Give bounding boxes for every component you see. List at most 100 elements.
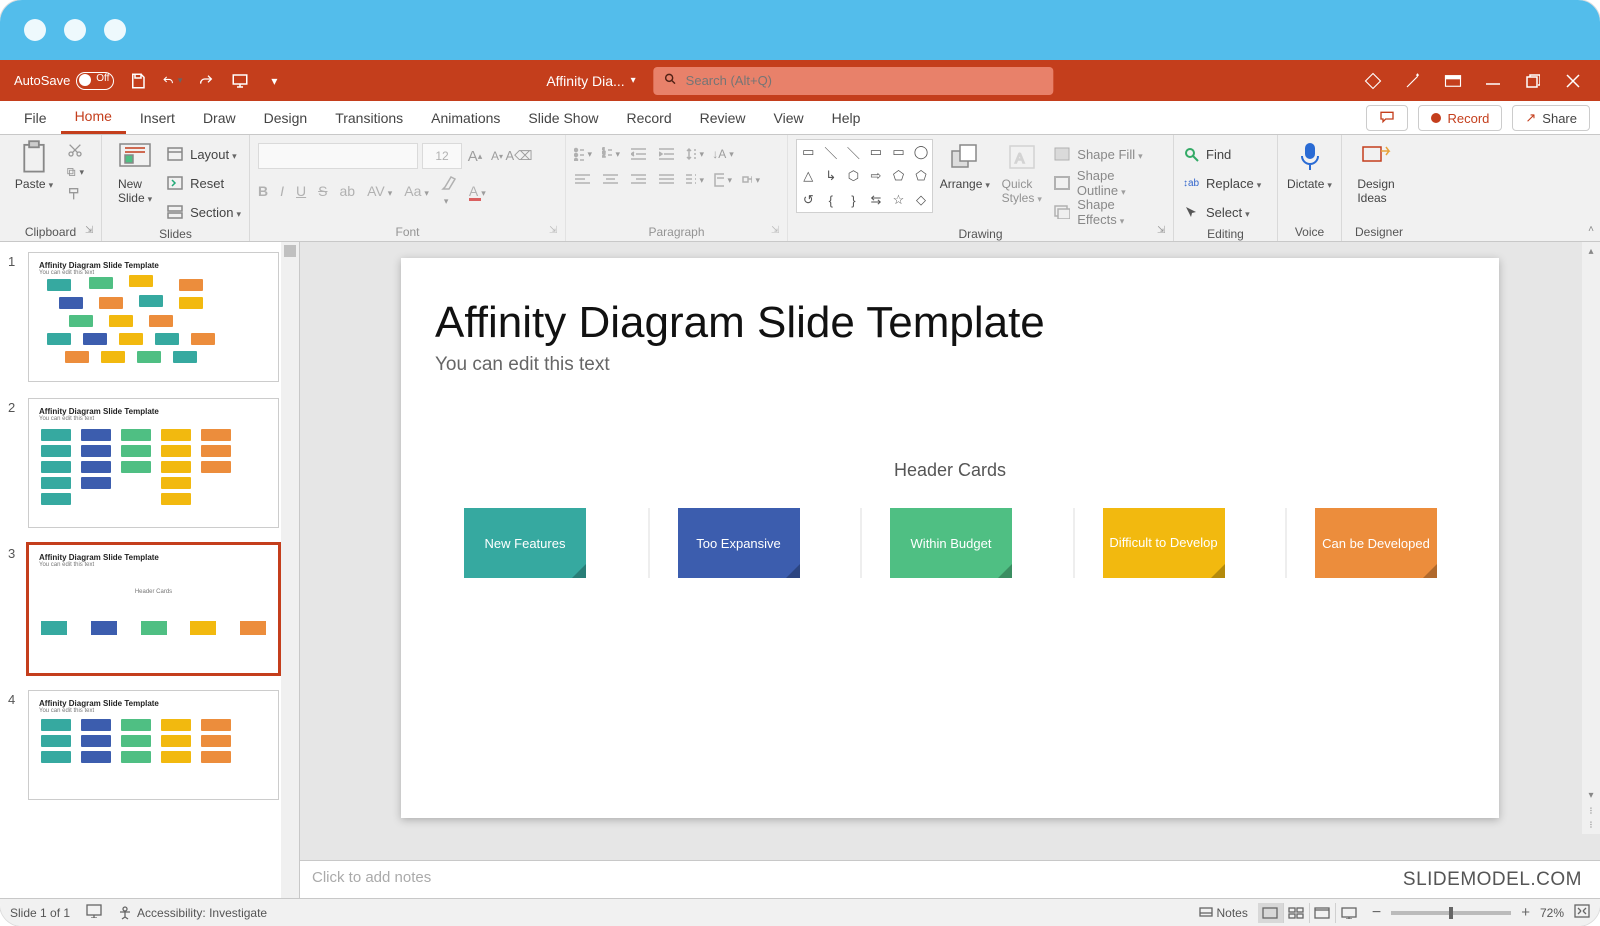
replace-button[interactable]: ↕abReplace bbox=[1182, 170, 1261, 196]
search-input[interactable] bbox=[686, 73, 1044, 88]
tab-transitions[interactable]: Transitions bbox=[321, 101, 417, 134]
outdent-icon[interactable] bbox=[630, 145, 648, 163]
record-button[interactable]: Record bbox=[1418, 105, 1502, 131]
share-button[interactable]: ↗Share bbox=[1512, 105, 1590, 131]
ribbon-mode-icon[interactable] bbox=[1444, 72, 1462, 90]
magic-icon[interactable] bbox=[1404, 72, 1422, 90]
font-family-dropdown[interactable] bbox=[258, 143, 418, 169]
zoom-slider[interactable] bbox=[1391, 911, 1511, 915]
bold-button[interactable]: B bbox=[258, 183, 268, 199]
find-button[interactable]: Find bbox=[1182, 141, 1231, 167]
text-direction-icon[interactable]: ↓A bbox=[714, 145, 732, 163]
line-spacing-icon[interactable] bbox=[686, 145, 704, 163]
mac-zoom-button[interactable] bbox=[104, 19, 126, 41]
card-too-expansive[interactable]: Too Expansive bbox=[678, 508, 800, 578]
qat-customize-icon[interactable]: ▾ bbox=[264, 71, 284, 91]
shadow-button[interactable]: ab bbox=[339, 183, 355, 199]
drawing-launcher[interactable]: ⇲ bbox=[1157, 225, 1169, 237]
shape-effects-button[interactable]: Shape Effects bbox=[1053, 199, 1165, 225]
slideshow-start-icon[interactable] bbox=[230, 71, 250, 91]
new-slide-button[interactable]: New Slide bbox=[110, 139, 160, 205]
slide-thumb-4[interactable]: 4 Affinity Diagram Slide Template You ca… bbox=[0, 680, 299, 806]
cut-icon[interactable] bbox=[66, 141, 84, 159]
sorter-view-button[interactable] bbox=[1284, 903, 1310, 923]
copy-icon[interactable] bbox=[66, 163, 84, 181]
slide-thumb-3[interactable]: 3 Affinity Diagram Slide Template You ca… bbox=[0, 534, 299, 680]
slide-thumb-1[interactable]: 1 Affinity Diagram Slide Template You ca… bbox=[0, 242, 299, 388]
shapes-gallery[interactable]: ▭＼＼▭▭◯ △↳⬡⇨⬠⬠ ↺{}⇆☆◇ bbox=[796, 139, 933, 213]
diamond-icon[interactable] bbox=[1364, 72, 1382, 90]
format-painter-icon[interactable] bbox=[66, 185, 84, 203]
shape-outline-button[interactable]: Shape Outline bbox=[1053, 170, 1165, 196]
shrink-font-icon[interactable]: A▾ bbox=[488, 147, 506, 165]
slide-subtitle[interactable]: You can edit this text bbox=[435, 354, 1465, 376]
collapse-ribbon-icon[interactable]: ˄ bbox=[1588, 224, 1594, 235]
layout-button[interactable]: Layout bbox=[166, 141, 241, 167]
design-ideas-button[interactable]: Design Ideas bbox=[1350, 139, 1402, 205]
card-difficult-develop[interactable]: Difficult to Develop bbox=[1103, 508, 1225, 578]
align-left-icon[interactable] bbox=[574, 171, 592, 189]
italic-button[interactable]: I bbox=[280, 183, 284, 199]
tab-draw[interactable]: Draw bbox=[189, 101, 250, 134]
section-button[interactable]: Section bbox=[166, 199, 241, 225]
numbering-icon[interactable]: 12 bbox=[602, 145, 620, 163]
document-title[interactable]: Affinity Dia... ▾ bbox=[546, 73, 635, 89]
slideshow-view-button[interactable] bbox=[1336, 903, 1362, 923]
zoom-out-button[interactable]: − bbox=[1372, 904, 1381, 922]
tab-animations[interactable]: Animations bbox=[417, 101, 514, 134]
paragraph-launcher[interactable]: ⇲ bbox=[771, 225, 783, 237]
align-center-icon[interactable] bbox=[602, 171, 620, 189]
paste-button[interactable]: Paste bbox=[8, 139, 60, 191]
tab-record[interactable]: Record bbox=[612, 101, 685, 134]
strike-button[interactable]: S bbox=[318, 183, 327, 199]
tab-home[interactable]: Home bbox=[61, 101, 126, 134]
font-color-button[interactable]: A bbox=[469, 183, 486, 199]
smartart-icon[interactable] bbox=[742, 171, 760, 189]
tab-design[interactable]: Design bbox=[250, 101, 322, 134]
font-launcher[interactable]: ⇲ bbox=[549, 225, 561, 237]
arrange-button[interactable]: Arrange bbox=[939, 139, 990, 191]
spacing-button[interactable]: AV bbox=[367, 183, 392, 199]
notes-toggle[interactable]: Notes bbox=[1199, 906, 1248, 920]
language-icon[interactable] bbox=[86, 904, 102, 921]
canvas-scrollbar-vertical[interactable]: ▴ ▾ ⁝ ⁝ bbox=[1582, 242, 1600, 834]
select-button[interactable]: Select bbox=[1182, 199, 1250, 225]
fit-to-window-button[interactable] bbox=[1574, 904, 1590, 921]
mac-close-button[interactable] bbox=[24, 19, 46, 41]
thumbnail-scrollbar[interactable] bbox=[281, 242, 299, 898]
change-case-button[interactable]: Aa bbox=[404, 183, 429, 199]
clipboard-launcher[interactable]: ⇲ bbox=[85, 225, 97, 237]
notes-pane[interactable]: Click to add notes SLIDEMODEL.COM bbox=[300, 860, 1600, 898]
mac-minimize-button[interactable] bbox=[64, 19, 86, 41]
quick-styles-button[interactable]: A Quick Styles bbox=[996, 139, 1047, 205]
font-size-dropdown[interactable]: 12 bbox=[422, 143, 462, 169]
tab-file[interactable]: File bbox=[10, 101, 61, 134]
zoom-level[interactable]: 72% bbox=[1540, 906, 1564, 920]
tab-review[interactable]: Review bbox=[686, 101, 760, 134]
reading-view-button[interactable] bbox=[1310, 903, 1336, 923]
autosave-toggle[interactable]: AutoSave bbox=[14, 72, 114, 90]
slide-canvas[interactable]: Affinity Diagram Slide Template You can … bbox=[401, 258, 1499, 818]
window-close-button[interactable] bbox=[1564, 72, 1582, 90]
reset-button[interactable]: Reset bbox=[166, 170, 241, 196]
header-cards-label[interactable]: Header Cards bbox=[894, 460, 1006, 481]
tab-insert[interactable]: Insert bbox=[126, 101, 189, 134]
card-new-features[interactable]: New Features bbox=[464, 508, 586, 578]
justify-icon[interactable] bbox=[658, 171, 676, 189]
tab-slideshow[interactable]: Slide Show bbox=[514, 101, 612, 134]
card-within-budget[interactable]: Within Budget bbox=[890, 508, 1012, 578]
zoom-in-button[interactable]: + bbox=[1521, 904, 1530, 921]
card-can-be-developed[interactable]: Can be Developed bbox=[1315, 508, 1437, 578]
bullets-icon[interactable] bbox=[574, 145, 592, 163]
columns-icon[interactable] bbox=[686, 171, 704, 189]
highlight-button[interactable] bbox=[441, 175, 457, 207]
normal-view-button[interactable] bbox=[1258, 903, 1284, 923]
comments-button[interactable] bbox=[1366, 105, 1408, 131]
underline-button[interactable]: U bbox=[296, 183, 306, 199]
tab-help[interactable]: Help bbox=[818, 101, 875, 134]
accessibility-status[interactable]: Accessibility: Investigate bbox=[118, 906, 267, 920]
slide-thumb-2[interactable]: 2 Affinity Diagram Slide Template You ca… bbox=[0, 388, 299, 534]
tab-view[interactable]: View bbox=[760, 101, 818, 134]
indent-icon[interactable] bbox=[658, 145, 676, 163]
grow-font-icon[interactable]: A▴ bbox=[466, 147, 484, 165]
